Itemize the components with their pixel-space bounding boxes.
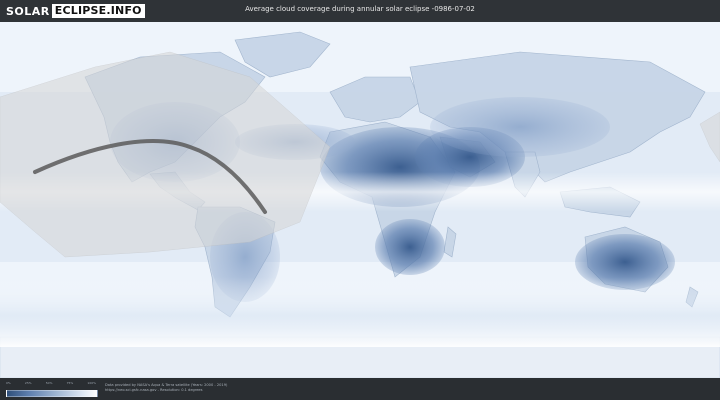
eclipse-cloud-coverage-page: SOLAR ECLIPSE.INFO Average cloud coverag… — [0, 0, 720, 400]
cloud-coverage-map-svg — [0, 22, 720, 378]
legend-tick: 75% — [66, 381, 74, 385]
clear-sky-central-asia — [430, 97, 610, 157]
header-bar: SOLAR ECLIPSE.INFO Average cloud coverag… — [0, 0, 720, 22]
cloud-coverage-legend: 0% 25% 50% 75% 100% — [6, 381, 98, 397]
footer-bar: 0% 25% 50% 75% 100% Data provided by NAS… — [0, 378, 720, 400]
legend-ticks: 0% 25% 50% 75% 100% — [6, 381, 96, 387]
data-credits: Data provided by NASA's Aqua & Terra sat… — [105, 383, 227, 393]
legend-tick: 25% — [24, 381, 32, 385]
page-title: Average cloud coverage during annular so… — [245, 5, 475, 13]
legend-color-scale — [6, 390, 98, 397]
legend-tick: 0% — [6, 381, 11, 385]
southern-ocean-clouds — [0, 277, 720, 347]
clear-sky-southern-africa — [375, 219, 445, 275]
credits-line-2: https://neo.sci.gsfc.nasa.gov - Resoluti… — [105, 388, 203, 392]
legend-tick: 100% — [87, 381, 96, 385]
world-map — [0, 22, 720, 378]
legend-tick: 50% — [45, 381, 53, 385]
